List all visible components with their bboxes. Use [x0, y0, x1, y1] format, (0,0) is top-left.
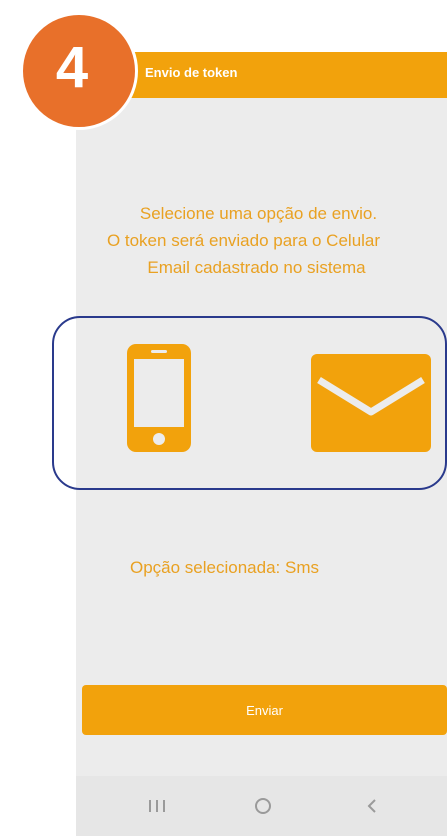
instruction-line-3: Email cadastrado no sistema	[147, 258, 366, 277]
home-icon-graphic	[255, 798, 271, 814]
selected-option-text: Opção selecionada: Sms	[130, 558, 319, 577]
smartphone-icon-graphic	[127, 344, 191, 452]
instruction-line-2: O token será enviado para o Celular	[106, 231, 381, 250]
recents-icon[interactable]	[137, 790, 177, 822]
smartphone-icon[interactable]	[127, 344, 191, 452]
back-icon[interactable]	[352, 790, 392, 822]
instructions-text: Selecione uma opção de envio. O token se…	[0, 200, 447, 281]
page: Envio de token 4 Selecione uma opção de …	[0, 0, 447, 836]
envelope-icon-graphic	[311, 354, 431, 452]
home-icon[interactable]	[243, 790, 283, 822]
back-icon-graphic	[367, 799, 376, 813]
envelope-icon[interactable]	[311, 354, 431, 452]
app-bar-title: Envio de token	[145, 65, 238, 80]
send-button[interactable]: Enviar	[82, 685, 447, 735]
recents-icon-graphic	[149, 800, 165, 812]
step-badge: 4	[20, 12, 138, 130]
step-number: 4	[55, 35, 89, 100]
instruction-line-1: Selecione uma opção de envio.	[139, 204, 378, 223]
